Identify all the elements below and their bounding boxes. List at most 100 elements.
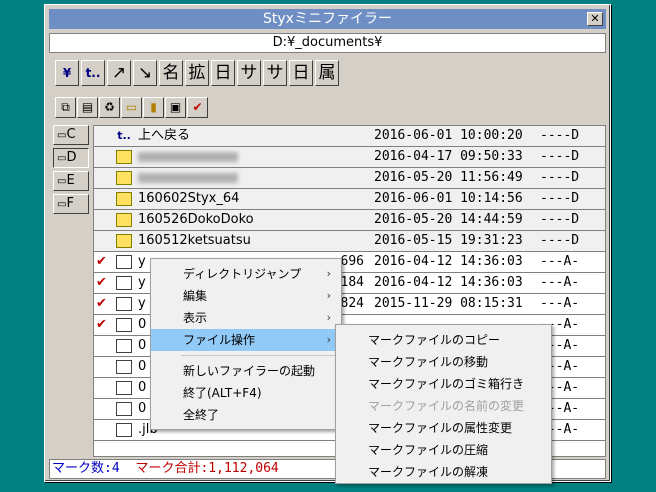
recycle-icon[interactable]: ♻ bbox=[99, 97, 120, 118]
file-icon bbox=[116, 339, 132, 353]
file-icon bbox=[116, 402, 132, 416]
toolbar-actions: ⧉ ▤ ♻ ▭ ▮ ▣ ✔ bbox=[55, 97, 208, 118]
mark-check-icon: ✔ bbox=[96, 296, 107, 311]
submenu-item-label: マークファイルの名前の変更 bbox=[368, 399, 525, 413]
submenu-item-label: マークファイルの解凍 bbox=[368, 465, 489, 479]
toolbar-button[interactable]: サ bbox=[237, 60, 261, 86]
new-folder-icon[interactable]: ▭ bbox=[121, 97, 142, 118]
submenu-arrow-icon: › bbox=[326, 267, 331, 280]
toolbar-button[interactable]: 日 bbox=[211, 60, 235, 86]
list-item[interactable]: t.. 上へ戻る 2016-06-01 10:00:20 ----D bbox=[94, 126, 605, 147]
copy-icon[interactable]: ⧉ bbox=[55, 97, 76, 118]
archive-icon[interactable]: ▮ bbox=[143, 97, 164, 118]
blurred-name bbox=[138, 173, 238, 183]
toolbar-button[interactable]: サ bbox=[263, 60, 287, 86]
file-date: 2016-05-20 11:56:49 bbox=[374, 170, 523, 185]
file-date: 2016-04-12 14:36:03 bbox=[374, 275, 523, 290]
file-icon bbox=[116, 276, 132, 290]
file-attr: ----D bbox=[540, 191, 580, 206]
file-attr: ----D bbox=[540, 170, 580, 185]
list-item[interactable]: 160526DokoDoko 2016-05-20 14:44:59 ----D bbox=[94, 210, 605, 231]
list-item[interactable]: 2016-05-20 11:56:49 ----D bbox=[94, 168, 605, 189]
menu-item-label: 編集 bbox=[183, 289, 208, 303]
file-attr: ----D bbox=[540, 233, 580, 248]
menu-item-label: 終了(ALT+F4) bbox=[183, 386, 262, 400]
file-icon bbox=[116, 423, 132, 437]
mark-check-icon: ✔ bbox=[96, 275, 107, 290]
drive-list: ▭C ▭D ▭E ▭F bbox=[53, 125, 89, 217]
file-icon bbox=[116, 297, 132, 311]
context-menu: ディレクトリジャンプ › 編集 › 表示 › ファイル操作 › 新しいファイラーの起動 終了(AL… bbox=[150, 258, 342, 430]
menu-item[interactable]: 編集 › bbox=[151, 285, 341, 307]
drive-c[interactable]: ▭C bbox=[53, 125, 89, 145]
drive-e[interactable]: ▭E bbox=[53, 171, 89, 191]
up-folder-icon: t.. bbox=[117, 129, 131, 142]
file-name: 160512ketsuatsu bbox=[138, 233, 251, 248]
menu-item-label: 全終了 bbox=[183, 408, 220, 422]
window-icon[interactable]: ▣ bbox=[165, 97, 186, 118]
menu-separator bbox=[181, 355, 339, 356]
file-name: 160526DokoDoko bbox=[138, 212, 254, 227]
move-icon[interactable]: ▤ bbox=[77, 97, 98, 118]
menu-item-label: 表示 bbox=[183, 311, 208, 325]
toolbar-button[interactable]: 名 bbox=[159, 60, 183, 86]
drive-label: E bbox=[66, 173, 75, 188]
submenu-item[interactable]: マークファイルの解凍 bbox=[336, 461, 551, 483]
drive-label: F bbox=[66, 196, 74, 211]
menu-item[interactable]: 終了(ALT+F4) bbox=[151, 382, 341, 404]
file-date: 2016-05-20 14:44:59 bbox=[374, 212, 523, 227]
title-bar[interactable]: Styxミニファイラー ✕ bbox=[49, 9, 606, 29]
submenu-item[interactable]: マークファイルのコピー bbox=[336, 329, 551, 351]
drive-label: C bbox=[66, 127, 76, 142]
toolbar-button[interactable]: ¥ bbox=[55, 60, 79, 86]
submenu-item[interactable]: マークファイルの属性変更 bbox=[336, 417, 551, 439]
file-date: 2016-06-01 10:14:56 bbox=[374, 191, 523, 206]
window-title: Styxミニファイラー bbox=[263, 11, 392, 27]
toolbar-button[interactable]: 属 bbox=[315, 60, 339, 86]
file-icon bbox=[116, 255, 132, 269]
file-attr: ---A- bbox=[540, 296, 580, 311]
submenu-item-label: マークファイルのゴミ箱行き bbox=[368, 377, 525, 391]
toolbar-button[interactable]: 日 bbox=[289, 60, 313, 86]
toolbar-button[interactable]: t.. bbox=[81, 60, 105, 86]
file-name: 160602Styx_64 bbox=[138, 191, 240, 206]
menu-item[interactable]: 全終了 bbox=[151, 404, 341, 426]
mark-check-icon: ✔ bbox=[96, 254, 107, 269]
menu-item[interactable]: ディレクトリジャンプ › bbox=[151, 263, 341, 285]
submenu-item-label: マークファイルのコピー bbox=[368, 333, 501, 347]
list-item[interactable]: 160512ketsuatsu 2016-05-15 19:31:23 ----D bbox=[94, 231, 605, 252]
file-date: 2016-04-12 14:36:03 bbox=[374, 254, 523, 269]
submenu-arrow-icon: › bbox=[326, 289, 331, 302]
menu-item[interactable]: 表示 › bbox=[151, 307, 341, 329]
drive-d[interactable]: ▭D bbox=[53, 148, 89, 168]
file-date: 2016-04-17 09:50:33 bbox=[374, 149, 523, 164]
menu-item[interactable]: 新しいファイラーの起動 bbox=[151, 360, 341, 382]
toolbar-button[interactable]: 拡 bbox=[185, 60, 209, 86]
close-icon[interactable]: ✕ bbox=[587, 12, 603, 26]
list-item[interactable]: 2016-04-17 09:50:33 ----D bbox=[94, 147, 605, 168]
toolbar-button[interactable]: ↘ bbox=[133, 60, 157, 86]
drive-label: D bbox=[66, 150, 77, 165]
menu-item-label: ファイル操作 bbox=[183, 333, 256, 347]
mark-icon[interactable]: ✔ bbox=[187, 97, 208, 118]
file-date: 2015-11-29 08:15:31 bbox=[374, 296, 523, 311]
file-attr: ---A- bbox=[540, 275, 580, 290]
file-attr: ----D bbox=[540, 128, 580, 143]
submenu-item[interactable]: マークファイルの移動 bbox=[336, 351, 551, 373]
drive-f[interactable]: ▭F bbox=[53, 194, 89, 214]
list-item[interactable]: 160602Styx_64 2016-06-01 10:14:56 ----D bbox=[94, 189, 605, 210]
folder-icon bbox=[116, 234, 132, 248]
toolbar-button[interactable]: ↗ bbox=[107, 60, 131, 86]
submenu-item[interactable]: マークファイルのゴミ箱行き bbox=[336, 373, 551, 395]
file-date: 2016-06-01 10:00:20 bbox=[374, 128, 523, 143]
file-attr: ---A- bbox=[540, 254, 580, 269]
mark-total: マーク合計:1,112,064 bbox=[135, 461, 279, 476]
file-icon bbox=[116, 381, 132, 395]
menu-item[interactable]: ファイル操作 › bbox=[151, 329, 341, 351]
submenu-item-label: マークファイルの移動 bbox=[368, 355, 489, 369]
folder-icon bbox=[116, 171, 132, 185]
toolbar-main: ¥ t.. ↗ ↘ 名拡日ササ日属 bbox=[55, 59, 339, 87]
path-field[interactable]: D:¥_documents¥ bbox=[49, 33, 606, 53]
submenu-item[interactable]: マークファイルの圧縮 bbox=[336, 439, 551, 461]
folder-icon bbox=[116, 150, 132, 164]
